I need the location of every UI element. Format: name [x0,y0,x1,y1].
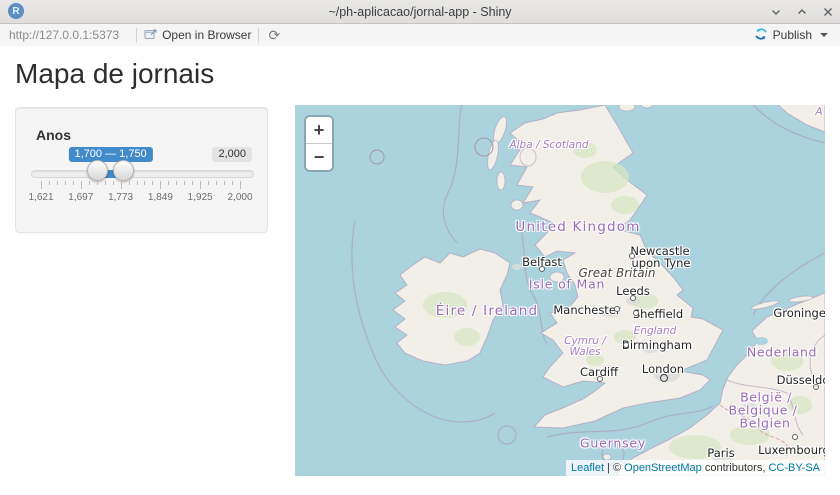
open-in-browser-icon [144,28,157,43]
license-link[interactable]: CC-BY-SA [768,462,820,474]
toolbar-separator [258,28,259,43]
publish-icon [754,27,768,44]
toolbar-separator [136,28,137,43]
slider-grid-label: 1,697 [68,192,93,203]
slider-track[interactable] [31,170,254,178]
maximize-icon[interactable] [796,6,808,18]
slider-tick [160,181,161,189]
slider-grid-label: 1,621 [28,192,53,203]
publish-button[interactable]: Publish [754,27,828,44]
publish-label: Publish [773,28,812,42]
slider-tick [240,181,241,189]
slider-handle-from[interactable] [87,160,108,181]
slider-tick [200,181,201,189]
year-range-slider: 1,700 — 1,750 2,000 1,621 1,697 1,773 1,849… [16,108,267,232]
zoom-in-button[interactable]: + [306,117,332,143]
publish-dropdown-caret[interactable] [820,33,828,37]
leaflet-link[interactable]: Leaflet [571,462,604,474]
zoom-out-button[interactable]: − [306,144,332,170]
minimize-icon[interactable] [770,6,782,18]
slider-tick [97,181,98,185]
page-title: Mapa de jornais [15,58,214,90]
close-icon[interactable] [822,6,834,18]
slider-tick [89,181,90,185]
slider-range-badge: 1,700 — 1,750 [69,147,153,162]
slider-tick [121,181,122,189]
slider-tick [192,181,193,185]
slider-tick [216,181,217,185]
slider-tick [49,181,50,185]
slider-tick [224,181,225,185]
slider-grid-label: 1,849 [148,192,173,203]
app-url: http://127.0.0.1:5373 [0,28,129,42]
map-zoom-control: + − [306,117,332,170]
slider-grid-label: 2,000 [227,192,252,203]
slider-tick [152,181,153,185]
slider-tick [65,181,66,185]
slider-tick [73,181,74,185]
r-logo-icon: R [8,3,24,19]
slider-tick [137,181,138,185]
attribution-separator: | © [604,462,624,474]
slider-tick [113,181,114,185]
slider-max-badge: 2,000 [212,147,252,162]
slider-tick [105,181,106,185]
slider-tick [57,181,58,185]
viewer-toolbar: http://127.0.0.1:5373 Open in Browser ⟳ … [0,24,840,47]
refresh-icon[interactable]: ⟳ [268,28,280,42]
app-window: R ~/ph-aplicacao/jornal-app - Shiny http… [0,0,840,495]
open-in-browser-button[interactable]: Open in Browser [144,28,251,43]
slider-grid-label: 1,773 [108,192,133,203]
slider-tick [168,181,169,185]
leaflet-map[interactable]: Alba / ScotlandUnited KingdomNewcastleup… [295,105,825,476]
map-tiles [295,105,825,476]
sidebar-panel: Anos 1,700 — 1,750 2,000 1,6211,6971,773… [15,107,268,233]
slider-grid-label: 1,925 [188,192,213,203]
title-bar: R ~/ph-aplicacao/jornal-app - Shiny [0,0,840,24]
slider-tick [41,181,42,189]
slider-tick [176,181,177,185]
openstreetmap-link[interactable]: OpenStreetMap [624,462,702,474]
slider-tick [208,181,209,185]
slider-tick [81,181,82,189]
open-in-browser-label: Open in Browser [162,28,251,42]
slider-tick [184,181,185,185]
window-title: ~/ph-aplicacao/jornal-app - Shiny [0,5,840,19]
slider-tick [129,181,130,185]
map-attribution: Leaflet | © OpenStreetMap contributors, … [566,460,825,476]
slider-tick [144,181,145,185]
slider-grid: 1,6211,6971,7731,8491,9252,000 [41,181,240,211]
slider-tick [232,181,233,185]
attribution-contributors: contributors, [702,462,769,474]
shiny-app-content: Mapa de jornais Anos 1,700 — 1,750 2,000… [0,46,840,495]
